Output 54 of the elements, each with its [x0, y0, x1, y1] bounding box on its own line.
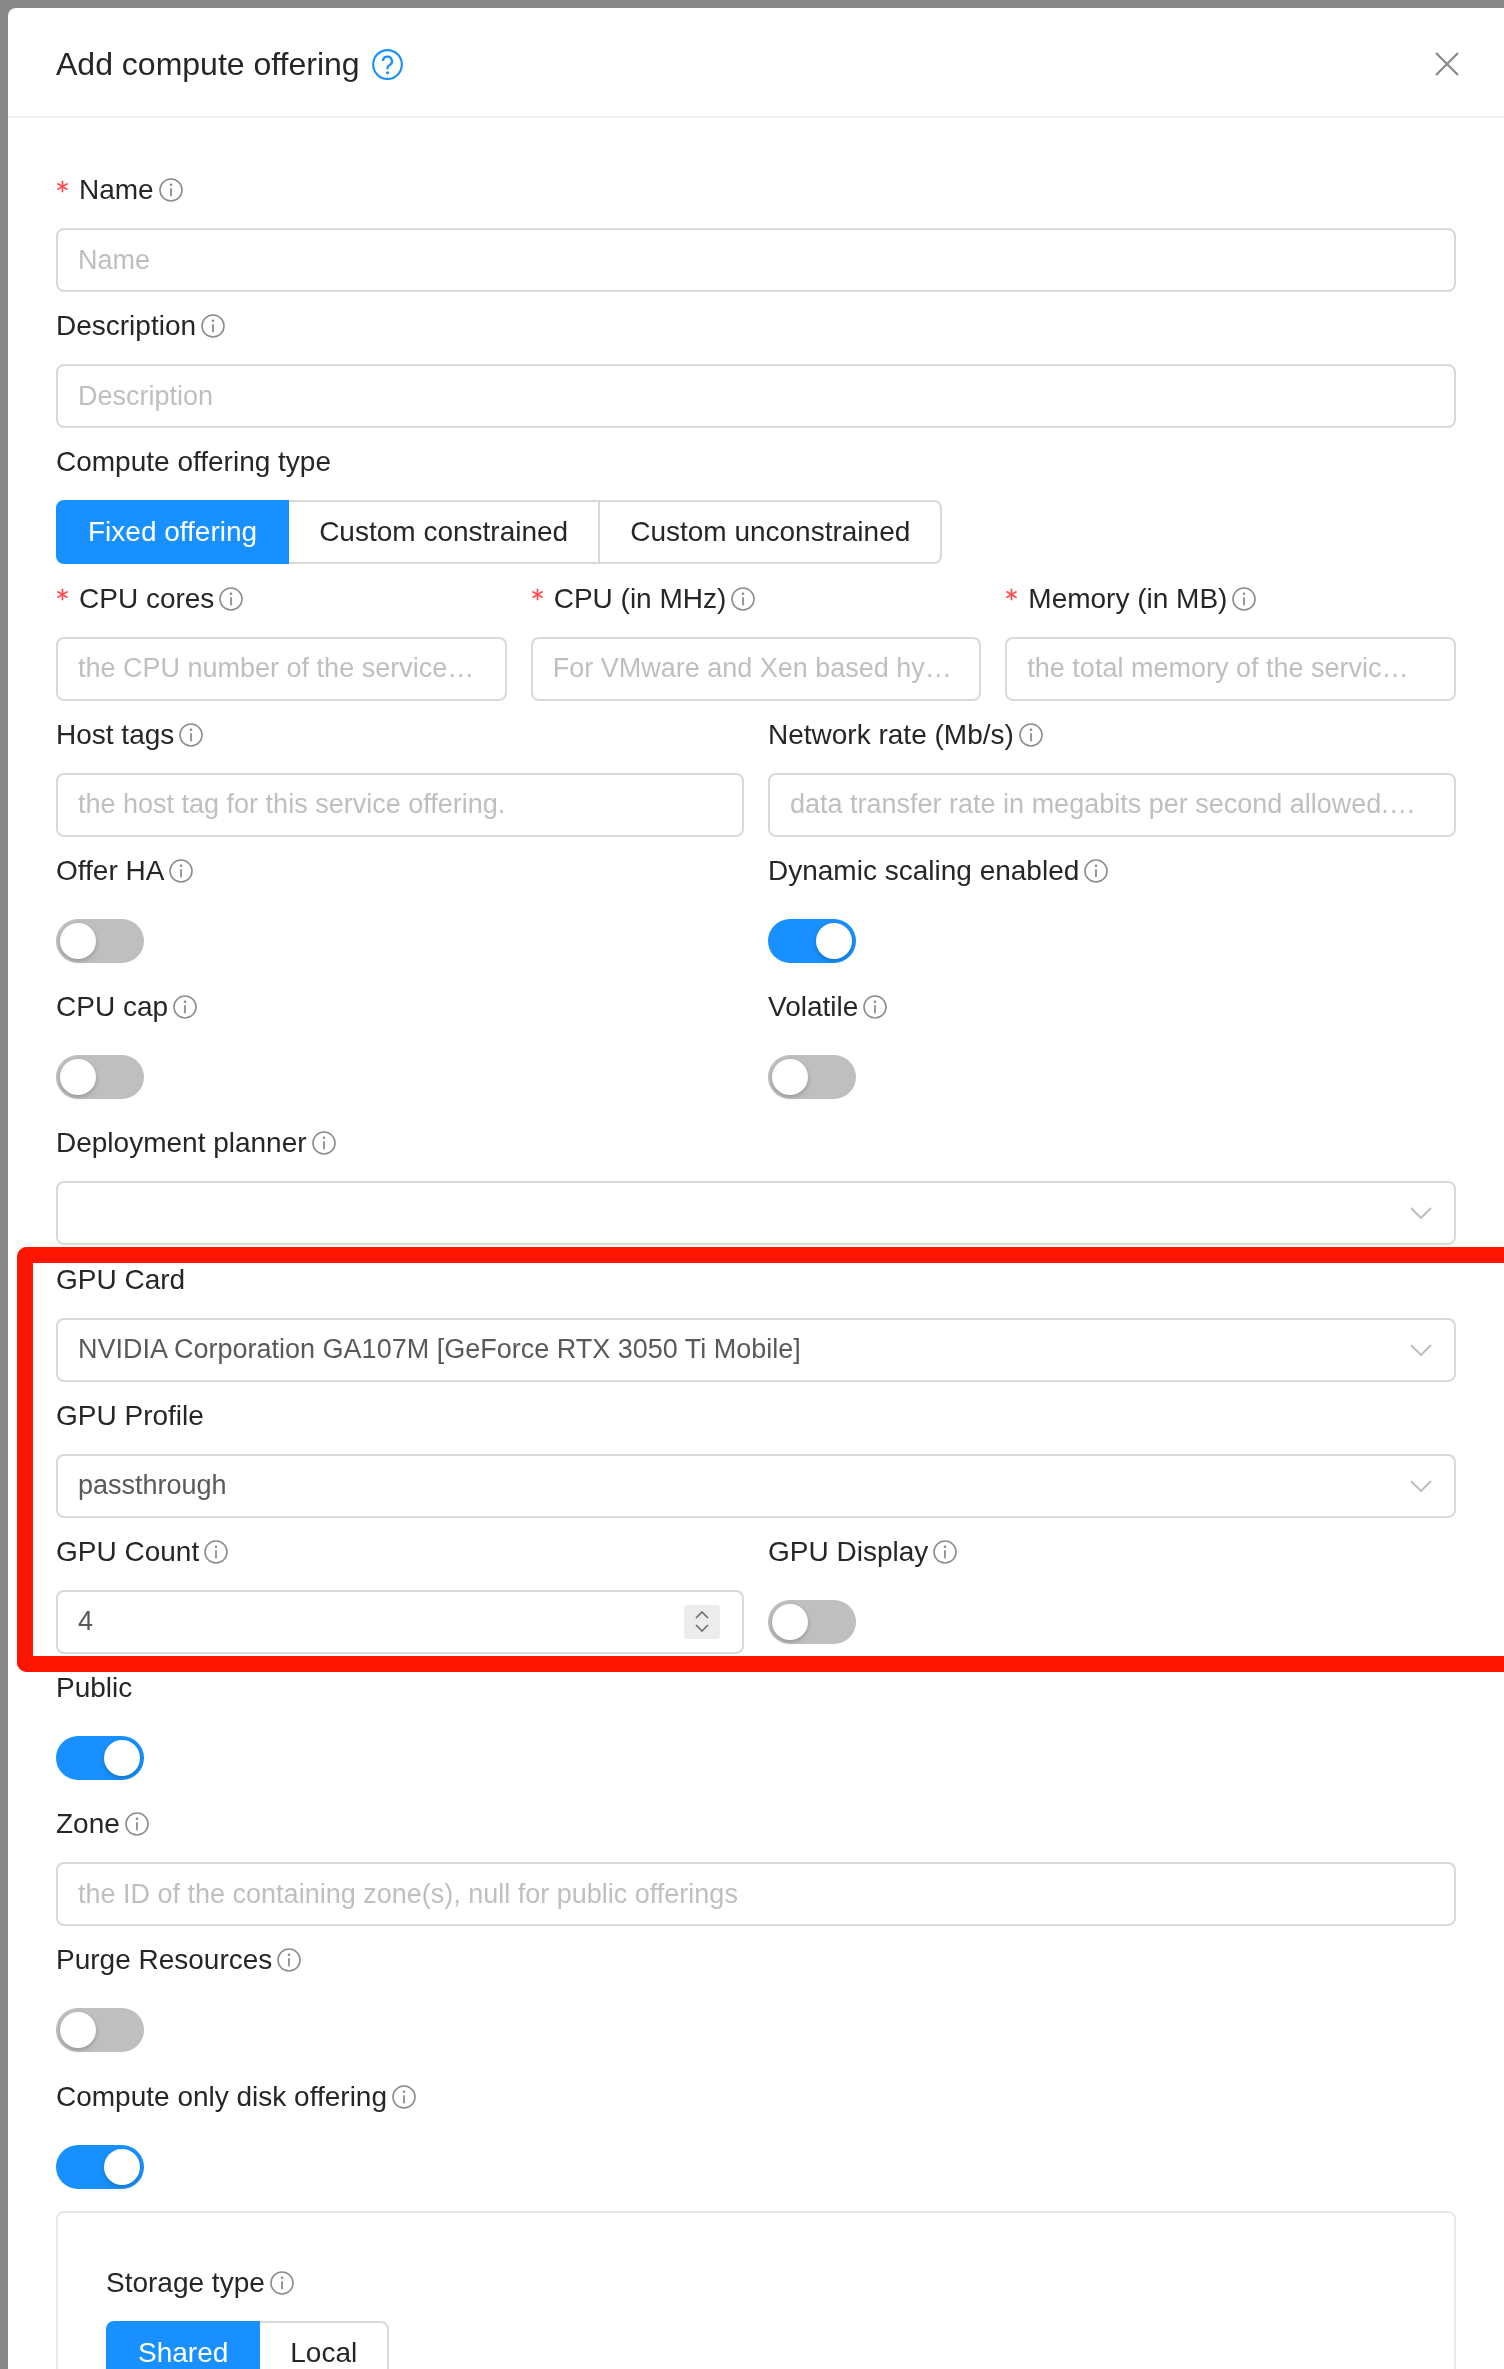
radio-button[interactable]: Custom constrained — [287, 500, 601, 565]
field-label: CPU cores — [79, 583, 215, 614]
toggle-switch[interactable] — [768, 918, 856, 963]
toggle-switch[interactable] — [56, 1736, 144, 1781]
text-field[interactable]: the CPU number of the service… — [56, 636, 507, 701]
field-label: Zone — [56, 1809, 120, 1840]
chevron-down-icon — [1410, 1343, 1432, 1356]
field-label: Volatile — [768, 992, 859, 1023]
text-field[interactable]: For VMware and Xen based hy… — [530, 636, 982, 701]
field-label: CPU (in MHz) — [553, 583, 727, 614]
text-field[interactable]: the host tag for this service offering. — [56, 772, 744, 837]
toggle-switch[interactable] — [56, 918, 144, 963]
text-field[interactable]: data transfer rate in megabits per second allowed.… — [768, 772, 1456, 837]
field-label: Purge Resources — [56, 1945, 273, 1976]
radio-button[interactable]: Custom unconstrained — [598, 500, 943, 565]
chevron-down-icon — [695, 1624, 709, 1633]
toggle-switch[interactable] — [56, 2144, 144, 2189]
radio-button[interactable]: Local — [258, 2320, 390, 2369]
help-icon — [371, 48, 403, 80]
dialog-title: Add compute offering — [56, 45, 360, 84]
toggle-switch[interactable] — [768, 1055, 856, 1100]
select-field[interactable]: NVIDIA Corporation GA107M [GeForce RTX 3050 Ti Mobile] — [56, 1317, 1456, 1382]
field-label: GPU Display — [768, 1536, 929, 1567]
field-label: Compute only disk offering — [56, 2081, 387, 2112]
text-field[interactable]: the total memory of the servic… — [1005, 636, 1456, 701]
field-label: GPU Profile — [56, 1400, 204, 1431]
chevron-down-icon — [1410, 1207, 1432, 1220]
text-field[interactable]: Description — [56, 364, 1456, 429]
field-label: Dynamic scaling enabled — [768, 855, 1080, 886]
field-label: CPU cap — [56, 992, 169, 1023]
stepper-button[interactable] — [684, 1604, 720, 1639]
field-label: Deployment planner — [56, 1128, 307, 1159]
close-icon — [1435, 52, 1459, 76]
field-label: Offer HA — [56, 855, 165, 886]
field-label: Host tags — [56, 719, 175, 750]
field-label: Network rate (Mb/s) — [768, 719, 1014, 750]
select-field[interactable]: passthrough — [56, 1453, 1456, 1518]
field-label: Storage type — [106, 2267, 265, 2298]
field-label: Description — [56, 311, 197, 342]
toggle-switch[interactable] — [56, 2008, 144, 2053]
toggle-switch[interactable] — [768, 1599, 856, 1644]
select-field[interactable] — [56, 1181, 1456, 1246]
chevron-down-icon — [1410, 1479, 1432, 1492]
field-label: Compute offering type — [56, 447, 331, 478]
text-field[interactable]: the ID of the containing zone(s), null for public offerings — [56, 1862, 1456, 1927]
chevron-up-icon — [695, 1611, 709, 1620]
number-field[interactable]: 4 — [56, 1589, 744, 1654]
toggle-switch[interactable] — [56, 1055, 144, 1100]
field-label: GPU Count — [56, 1536, 200, 1567]
field-label: Public — [56, 1673, 133, 1704]
field-label: Memory (in MB) — [1028, 583, 1228, 614]
field-label: GPU Card — [56, 1264, 186, 1295]
text-field[interactable]: Name — [56, 228, 1456, 292]
field-label: Name — [79, 175, 154, 205]
